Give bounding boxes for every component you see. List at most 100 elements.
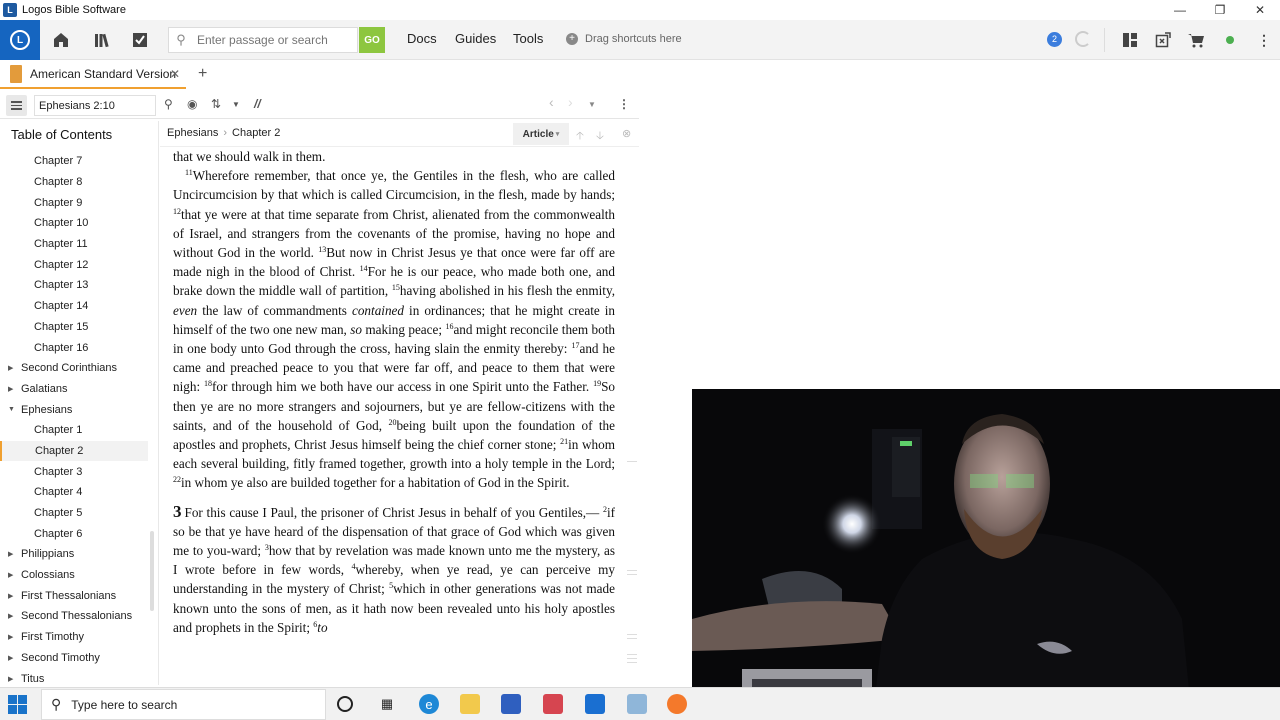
verse-number[interactable]: 18 xyxy=(204,379,212,388)
tab-american-standard-version[interactable]: American Standard Version ✕ xyxy=(0,61,186,89)
collapsed-triangle-icon[interactable]: ▶ xyxy=(8,550,13,558)
cart-icon[interactable] xyxy=(1186,30,1206,50)
toc-chapter-item[interactable]: Chapter 5 xyxy=(0,503,148,524)
toc-chapter-item[interactable]: Chapter 14 xyxy=(0,296,148,317)
toc-chapter-item[interactable]: Chapter 16 xyxy=(0,337,148,358)
bible-text[interactable]: that we should walk in them. 11Wherefore … xyxy=(173,147,615,685)
panel-menu-icon[interactable] xyxy=(6,95,27,116)
back-arrow-icon[interactable]: ‹ xyxy=(549,94,554,110)
collapsed-triangle-icon[interactable]: ▶ xyxy=(8,571,13,579)
verse-number[interactable]: 11 xyxy=(185,168,193,177)
store-icon[interactable] xyxy=(501,694,521,714)
file-explorer-icon[interactable] xyxy=(460,694,480,714)
toc-chapter-item[interactable]: Chapter 10 xyxy=(0,213,148,234)
verse-number[interactable]: 15 xyxy=(392,283,400,292)
toc-scrollbar[interactable] xyxy=(150,151,154,685)
add-tab-button[interactable]: + xyxy=(198,65,207,83)
forward-arrow-icon[interactable]: › xyxy=(568,94,573,110)
passage-search-box[interactable]: ⚲ xyxy=(168,27,358,53)
collapsed-triangle-icon[interactable]: ▶ xyxy=(8,385,13,393)
taskbar-search[interactable]: ⚲ Type here to search xyxy=(41,689,326,720)
more-options-icon[interactable]: ⋮ xyxy=(1254,30,1274,50)
notifications-badge[interactable]: 2 xyxy=(1047,32,1062,47)
toc-chapter-item[interactable]: Chapter 2 xyxy=(0,440,148,462)
task-view-icon[interactable]: ▦ xyxy=(377,694,397,714)
close-tab-icon[interactable]: ✕ xyxy=(170,67,180,81)
expanded-triangle-icon[interactable]: ▼ xyxy=(8,406,15,413)
toc-book-item[interactable]: ▶ Colossians xyxy=(0,565,148,586)
layouts-icon[interactable] xyxy=(1120,30,1140,50)
docs-menu[interactable]: Docs xyxy=(407,31,437,46)
breadcrumb-book[interactable]: Ephesians xyxy=(167,127,218,139)
collapsed-triangle-icon[interactable]: ▶ xyxy=(8,592,13,600)
verse-number[interactable]: 21 xyxy=(560,437,568,446)
inline-translation-icon[interactable]: ⇅ xyxy=(211,97,221,111)
search-icon[interactable]: ⚲ xyxy=(164,97,173,111)
go-button[interactable]: GO xyxy=(359,27,385,53)
history-dropdown-icon[interactable]: ▼ xyxy=(588,100,596,109)
verse-number[interactable]: 12 xyxy=(173,207,181,216)
chevron-down-icon[interactable]: ▼ xyxy=(232,100,240,109)
view-mode-dropdown[interactable]: Article ▾ xyxy=(513,123,569,145)
next-section-icon[interactable]: 🡣 xyxy=(596,127,604,146)
parallel-resources-button[interactable]: // xyxy=(254,97,261,111)
toc-book-item[interactable]: ▶ First Thessalonians xyxy=(0,585,148,606)
documents-icon[interactable] xyxy=(130,30,150,50)
verse-number[interactable]: 19 xyxy=(593,379,601,388)
toc-book-item[interactable]: ▶ Philippians xyxy=(0,544,148,565)
minimize-button[interactable]: — xyxy=(1160,0,1200,20)
cortana-icon[interactable] xyxy=(337,696,353,712)
gift-app-icon[interactable] xyxy=(543,694,563,714)
toc-chapter-item[interactable]: Chapter 8 xyxy=(0,172,148,193)
toc-chapter-item[interactable]: Chapter 6 xyxy=(0,523,148,544)
panel-more-icon[interactable]: ⋮ xyxy=(618,97,630,111)
sync-icon[interactable] xyxy=(1075,31,1091,47)
toc-scroll-thumb[interactable] xyxy=(150,531,154,611)
breadcrumb-chapter[interactable]: Chapter 2 xyxy=(232,127,280,139)
toc-chapter-item[interactable]: Chapter 9 xyxy=(0,192,148,213)
toc-book-item[interactable]: ▼ Ephesians xyxy=(0,399,148,420)
collapsed-triangle-icon[interactable]: ▶ xyxy=(8,675,13,683)
shortcuts-bar[interactable]: + Drag shortcuts here xyxy=(566,33,682,45)
logos-home-button[interactable]: L xyxy=(0,20,40,60)
toc-book-item[interactable]: ▶ Galatians xyxy=(0,379,148,400)
verse-number[interactable]: 22 xyxy=(173,475,181,484)
toc-chapter-item[interactable]: Chapter 12 xyxy=(0,254,148,275)
reader-scroll-gutter[interactable] xyxy=(625,150,639,685)
close-header-icon[interactable]: ⊗ xyxy=(622,127,631,140)
toc-chapter-item[interactable]: Chapter 11 xyxy=(0,234,148,255)
collapsed-triangle-icon[interactable]: ▶ xyxy=(8,364,13,372)
account-status-icon[interactable] xyxy=(1226,36,1234,44)
close-panels-icon[interactable] xyxy=(1153,30,1173,50)
toc-chapter-item[interactable]: Chapter 1 xyxy=(0,420,148,441)
toc-book-item[interactable]: ▶ First Timothy xyxy=(0,627,148,648)
collapsed-triangle-icon[interactable]: ▶ xyxy=(8,612,13,620)
visual-filters-icon[interactable]: ◉ xyxy=(187,97,197,111)
library-icon[interactable] xyxy=(92,30,112,50)
toc-book-item[interactable]: ▶ Second Corinthians xyxy=(0,358,148,379)
firefox-icon[interactable] xyxy=(667,694,687,714)
reference-input[interactable] xyxy=(34,95,156,116)
tools-menu[interactable]: Tools xyxy=(513,31,543,46)
collapsed-triangle-icon[interactable]: ▶ xyxy=(8,633,13,641)
guides-menu[interactable]: Guides xyxy=(455,31,496,46)
windows-start-icon[interactable] xyxy=(8,695,28,715)
toc-book-item[interactable]: ▶ Second Thessalonians xyxy=(0,606,148,627)
toc-chapter-item[interactable]: Chapter 15 xyxy=(0,317,148,338)
close-window-button[interactable]: ✕ xyxy=(1240,0,1280,20)
logos-taskbar-icon[interactable] xyxy=(627,694,647,714)
home-icon[interactable] xyxy=(51,30,71,50)
previous-section-icon[interactable]: 🡡 xyxy=(576,127,584,146)
mail-icon[interactable] xyxy=(585,694,605,714)
toc-chapter-item[interactable]: Chapter 3 xyxy=(0,461,148,482)
collapsed-triangle-icon[interactable]: ▶ xyxy=(8,654,13,662)
verse-number[interactable]: 14 xyxy=(360,264,368,273)
passage-search-input[interactable] xyxy=(193,33,353,47)
toc-book-item[interactable]: ▶ Second Timothy xyxy=(0,648,148,669)
restore-button[interactable]: ❐ xyxy=(1200,0,1240,20)
edge-icon[interactable]: e xyxy=(419,694,439,714)
toc-chapter-item[interactable]: Chapter 4 xyxy=(0,482,148,503)
toc-chapter-item[interactable]: Chapter 7 xyxy=(0,151,148,172)
toc-chapter-item[interactable]: Chapter 13 xyxy=(0,275,148,296)
toc-book-item[interactable]: ▶ Titus xyxy=(0,668,148,685)
